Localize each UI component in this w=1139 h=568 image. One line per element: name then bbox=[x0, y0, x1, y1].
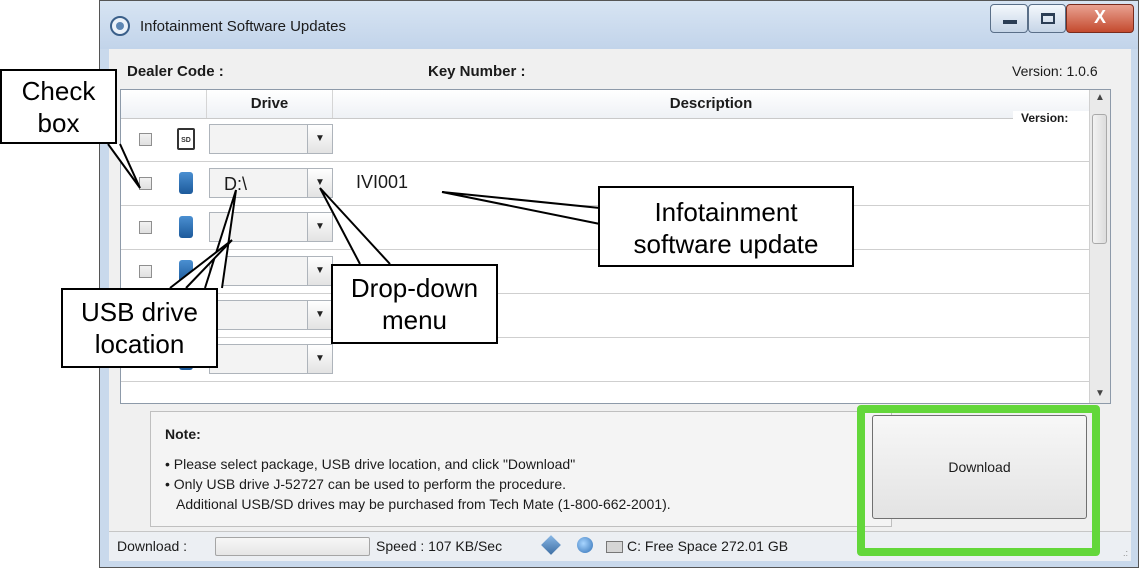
maximize-icon bbox=[1041, 13, 1055, 24]
chevron-down-icon[interactable]: ▼ bbox=[307, 213, 332, 241]
grid-header: Drive Description bbox=[121, 90, 1110, 119]
drive-dropdown[interactable]: ▼ bbox=[209, 124, 333, 154]
sd-card-icon: SD bbox=[177, 128, 195, 150]
row-checkbox[interactable] bbox=[139, 133, 152, 146]
note-line: • Please select package, USB drive locat… bbox=[165, 456, 576, 472]
chevron-down-icon[interactable]: ▼ bbox=[307, 125, 332, 153]
maximize-button[interactable] bbox=[1028, 4, 1066, 33]
title-bar: Infotainment Software Updates X bbox=[100, 1, 1138, 49]
window-title: Infotainment Software Updates bbox=[140, 18, 346, 35]
free-space-readout: C: Free Space 272.01 GB bbox=[627, 538, 789, 554]
callout-software-update: Infotainment software update bbox=[598, 186, 854, 267]
drive-dropdown[interactable]: ▼ bbox=[209, 212, 333, 242]
app-icon bbox=[110, 16, 130, 36]
app-version-label: Version: 1.0.6 bbox=[1012, 63, 1098, 79]
row-checkbox[interactable] bbox=[139, 265, 152, 278]
note-panel: Note: • Please select package, USB drive… bbox=[150, 411, 892, 527]
minimize-button[interactable] bbox=[990, 4, 1028, 33]
info-row: Dealer Code : Key Number : Version: 1.0.… bbox=[109, 49, 1131, 81]
chevron-down-icon[interactable]: ▼ bbox=[307, 301, 332, 329]
table-row[interactable]: ▼ bbox=[121, 338, 1091, 382]
row-description: IVI001 bbox=[356, 172, 409, 192]
key-number-label: Key Number : bbox=[428, 63, 526, 80]
callout-line: Check bbox=[21, 76, 96, 106]
callout-usb-location: USB drive location bbox=[61, 288, 218, 368]
table-row[interactable]: ▼ bbox=[121, 294, 1091, 338]
close-icon: X bbox=[1093, 7, 1106, 27]
usb-drive-icon bbox=[179, 172, 193, 194]
scroll-thumb[interactable] bbox=[1092, 114, 1107, 244]
note-line: • Only USB drive J-52727 can be used to … bbox=[165, 476, 567, 492]
callout-line: box bbox=[37, 108, 80, 138]
drive-dropdown[interactable]: ▼ bbox=[209, 256, 333, 286]
callout-line: location bbox=[94, 329, 185, 359]
table-row[interactable]: SD ▼ bbox=[121, 118, 1091, 162]
chevron-down-icon[interactable]: ▼ bbox=[307, 257, 332, 285]
speed-readout: Speed : 107 KB/Sec bbox=[376, 538, 503, 554]
chevron-down-icon[interactable]: ▼ bbox=[307, 169, 332, 197]
usb-drive-icon bbox=[179, 216, 193, 238]
callout-drop-down: Drop-down menu bbox=[331, 264, 498, 344]
globe-icon bbox=[577, 537, 593, 553]
note-line: Additional USB/SD drives may be purchase… bbox=[176, 496, 671, 512]
callout-line: menu bbox=[381, 305, 448, 335]
drive-column-header[interactable]: Drive bbox=[206, 90, 333, 118]
row-checkbox[interactable] bbox=[139, 221, 152, 234]
resize-grip-icon[interactable]: .: bbox=[1123, 548, 1128, 558]
download-status-label: Download : bbox=[117, 538, 188, 554]
drive-value: D:\ bbox=[224, 174, 248, 194]
download-highlight-box bbox=[857, 405, 1100, 556]
drive-dropdown[interactable]: ▼ bbox=[209, 344, 333, 374]
hard-drive-icon bbox=[606, 541, 623, 553]
callout-line: Drop-down bbox=[350, 273, 479, 303]
close-button[interactable]: X bbox=[1066, 4, 1134, 33]
scroll-down-icon[interactable]: ▼ bbox=[1090, 388, 1110, 399]
note-title: Note: bbox=[165, 426, 201, 442]
chevron-down-icon[interactable]: ▼ bbox=[307, 345, 332, 373]
callout-line: USB drive bbox=[80, 297, 199, 327]
download-progress-bar bbox=[215, 537, 370, 556]
description-column-header[interactable]: Description bbox=[331, 90, 1091, 118]
drive-dropdown[interactable]: D:\ ▼ bbox=[209, 168, 333, 198]
callout-line: software update bbox=[633, 229, 819, 259]
drive-dropdown[interactable]: ▼ bbox=[209, 300, 333, 330]
vertical-scrollbar[interactable]: ▲ ▼ bbox=[1089, 90, 1110, 403]
dealer-code-label: Dealer Code : bbox=[127, 63, 224, 80]
scroll-up-icon[interactable]: ▲ bbox=[1090, 92, 1110, 103]
usb-drive-icon bbox=[179, 260, 193, 282]
minimize-icon bbox=[1003, 20, 1017, 24]
network-icon bbox=[541, 535, 561, 555]
callout-line: Infotainment bbox=[654, 197, 798, 227]
row-checkbox[interactable] bbox=[139, 177, 152, 190]
callout-check-box: Check box bbox=[0, 69, 117, 144]
